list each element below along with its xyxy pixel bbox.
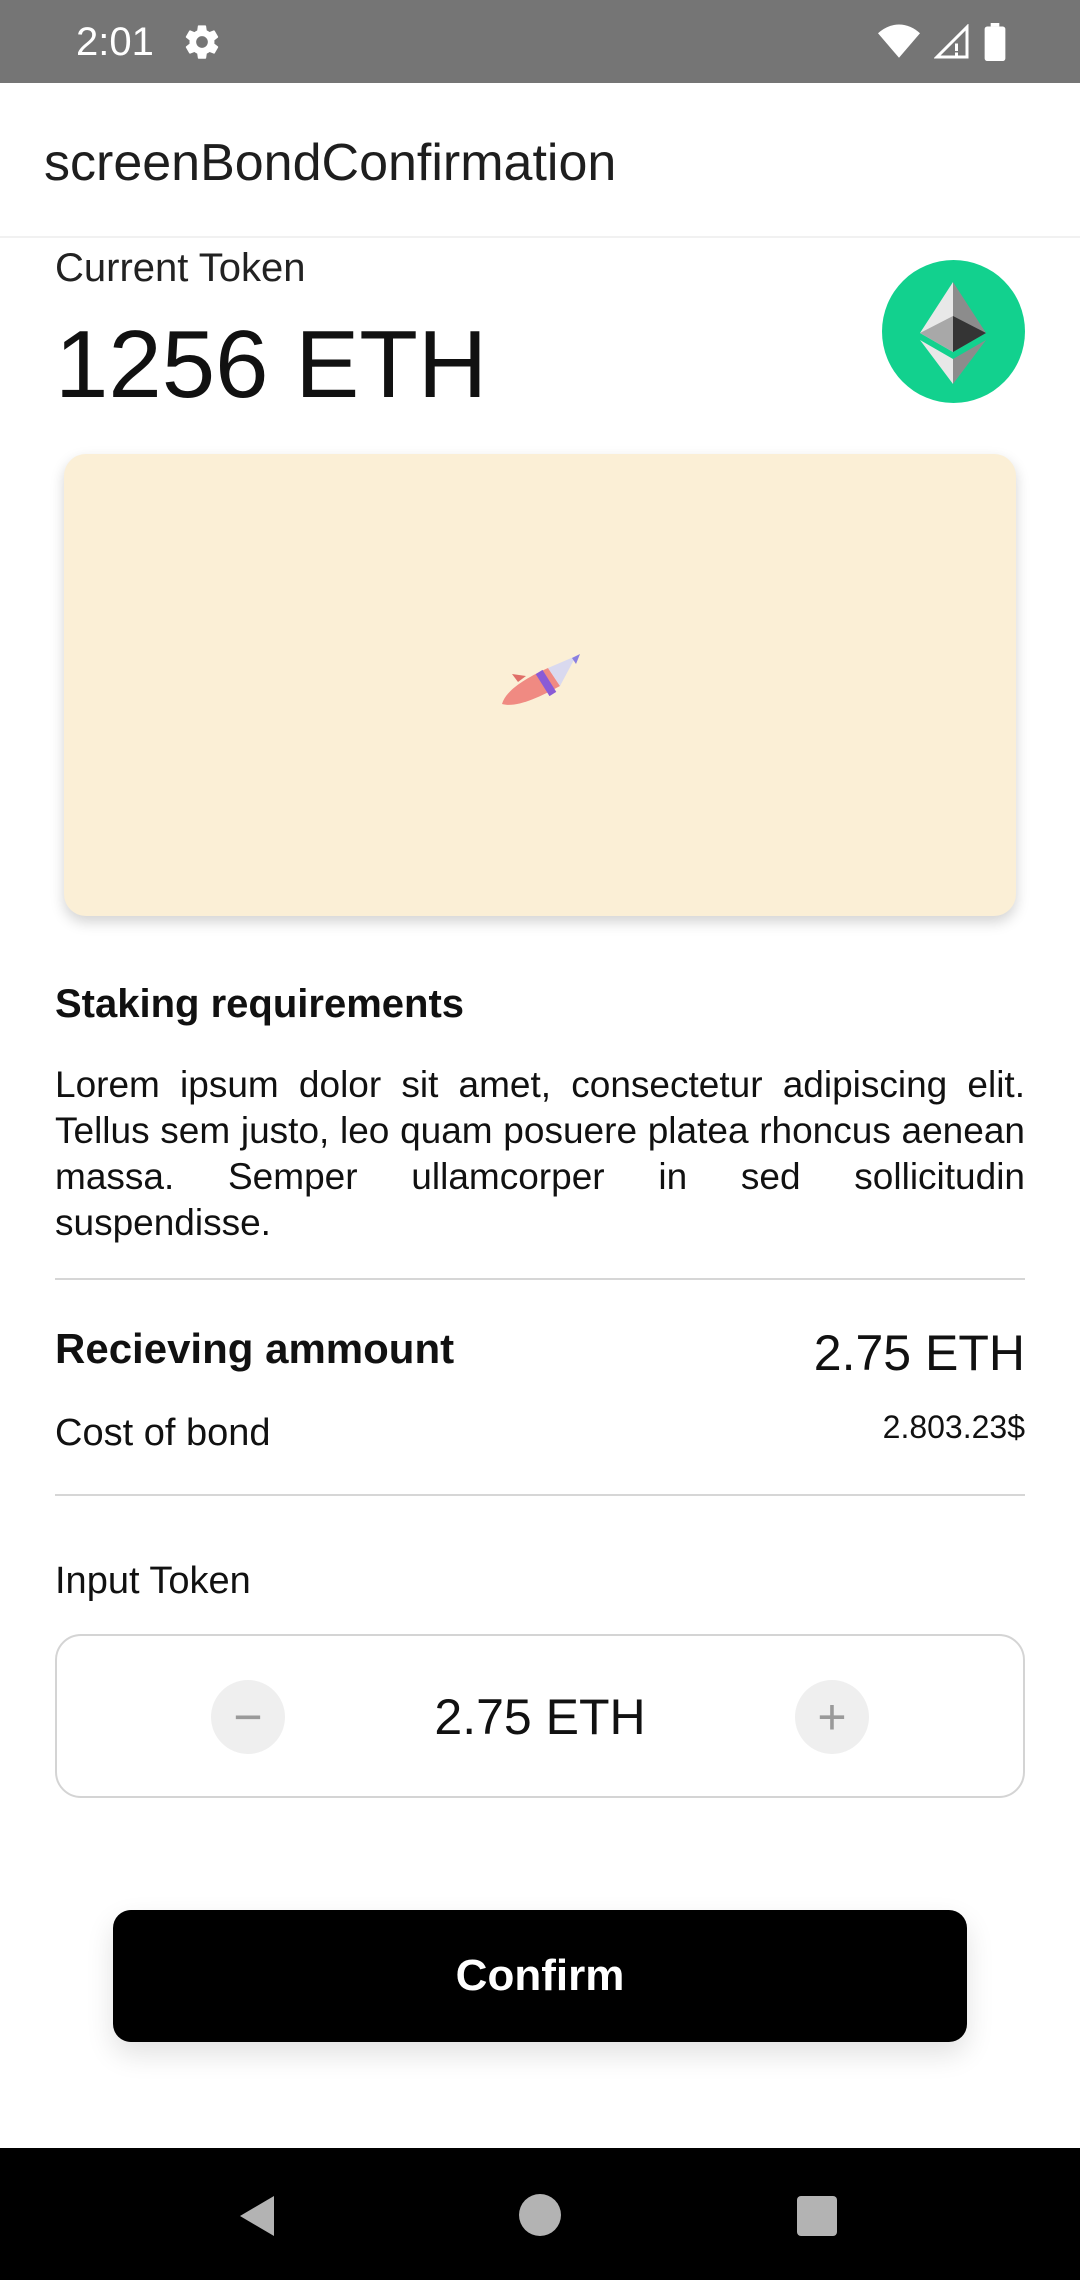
rocket-icon	[502, 654, 580, 705]
cost-of-bond-label: Cost of bond	[55, 1412, 271, 1454]
divider	[55, 1278, 1025, 1280]
recents-icon[interactable]	[797, 2196, 837, 2236]
app-bar: screenBondConfirmation	[0, 83, 1080, 238]
decrement-button[interactable]: −	[211, 1680, 285, 1754]
token-stepper: − 2.75 ETH +	[55, 1634, 1025, 1798]
app-title: screenBondConfirmation	[44, 134, 617, 192]
receiving-amount-value: 2.75 ETH	[813, 1325, 1025, 1381]
signal-icon	[934, 24, 969, 59]
status-time: 2:01	[76, 20, 154, 64]
staking-requirements-body: Lorem ipsum dolor sit amet, consectetur …	[55, 1064, 1025, 1243]
wifi-icon	[878, 24, 920, 58]
current-token-label: Current Token	[55, 246, 306, 290]
receiving-amount-label: Recieving ammount	[55, 1325, 455, 1372]
input-token-label: Input Token	[55, 1560, 251, 1602]
staking-requirements-title: Staking requirements	[55, 982, 465, 1026]
increment-button[interactable]: +	[795, 1680, 869, 1754]
ethereum-logo-icon	[882, 260, 1025, 403]
status-icons	[878, 20, 1006, 64]
navigation-bar	[0, 2148, 1080, 2280]
current-token-value: 1256 ETH	[55, 311, 488, 418]
battery-icon	[984, 23, 1006, 61]
cost-of-bond-value: 2.803.23$	[882, 1409, 1025, 1445]
divider	[55, 1494, 1025, 1496]
home-icon[interactable]	[519, 2194, 561, 2236]
back-icon[interactable]	[234, 2192, 282, 2240]
token-amount-input[interactable]: 2.75 ETH	[287, 1686, 793, 1748]
gear-icon	[185, 25, 219, 59]
status-bar: 2:01	[0, 0, 1080, 83]
confirm-button[interactable]: Confirm	[113, 1910, 967, 2042]
